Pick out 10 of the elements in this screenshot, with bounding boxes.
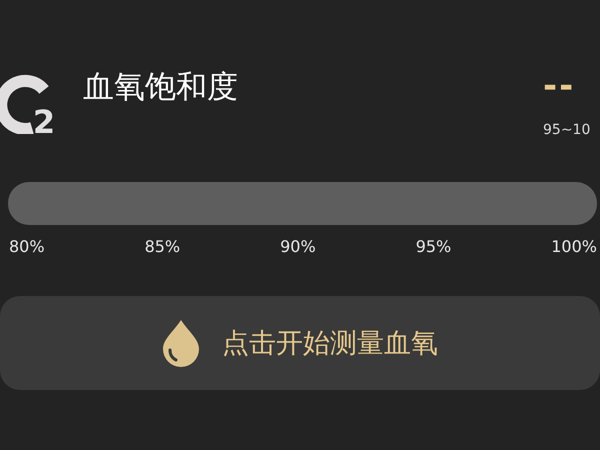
title: 血氧饱和度 [83, 68, 238, 107]
scale-label: 90% [280, 237, 316, 256]
scale-label: 100% [551, 237, 597, 256]
start-measure-button[interactable]: 点击开始测量血氧 [0, 296, 600, 390]
scale-label: 95% [416, 237, 452, 256]
value-reading: -- [543, 68, 576, 104]
drop-icon [162, 319, 200, 367]
scale-label: 80% [9, 237, 45, 256]
normal-range: 95~10 [543, 122, 590, 138]
scale-label: 85% [144, 237, 180, 256]
